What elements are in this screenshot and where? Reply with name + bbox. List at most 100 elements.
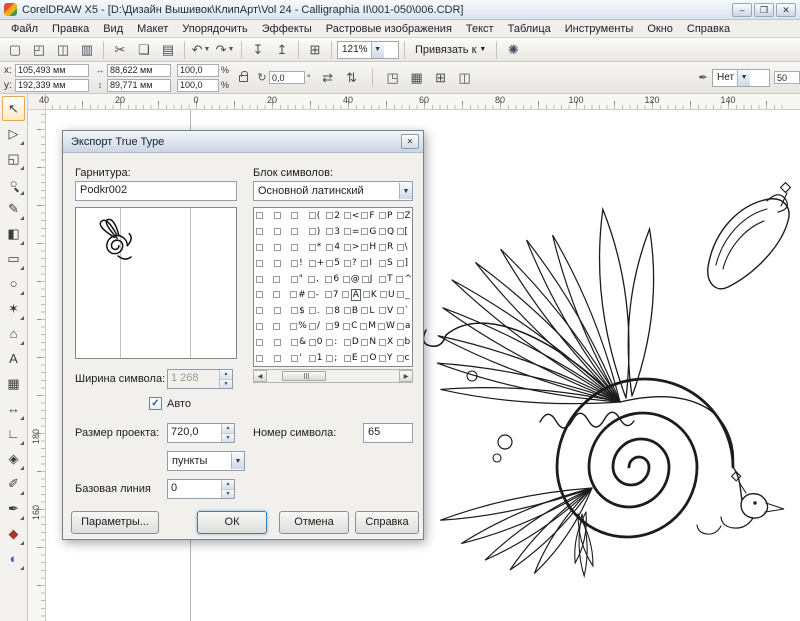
char-cell[interactable]: K bbox=[361, 287, 378, 303]
copy-button[interactable]: ❏ bbox=[133, 40, 155, 60]
char-cell[interactable]: = bbox=[342, 224, 360, 240]
horizontal-ruler[interactable]: 4020020406080100120140 bbox=[46, 94, 800, 110]
export-button[interactable]: ↥ bbox=[271, 40, 293, 60]
char-export-checkbox[interactable] bbox=[326, 339, 333, 346]
char-export-checkbox[interactable] bbox=[273, 291, 280, 298]
options-button[interactable]: ✺ bbox=[502, 40, 524, 60]
char-export-checkbox[interactable] bbox=[361, 355, 368, 362]
char-export-checkbox[interactable] bbox=[291, 212, 298, 219]
new-document-button[interactable]: ▢ bbox=[4, 40, 26, 60]
char-export-checkbox[interactable] bbox=[325, 276, 332, 283]
char-export-checkbox[interactable] bbox=[274, 260, 281, 267]
close-button[interactable]: ✕ bbox=[776, 3, 796, 17]
char-cell[interactable]: Q bbox=[377, 224, 395, 240]
char-export-checkbox[interactable] bbox=[256, 323, 263, 330]
char-cell[interactable]: O bbox=[359, 350, 377, 366]
char-export-checkbox[interactable] bbox=[274, 307, 281, 314]
char-cell[interactable]: X bbox=[377, 334, 395, 350]
char-export-checkbox[interactable] bbox=[344, 244, 351, 251]
char-export-checkbox[interactable] bbox=[379, 276, 386, 283]
char-cell[interactable]: 5 bbox=[324, 255, 342, 271]
char-cell[interactable]: % bbox=[288, 319, 307, 335]
paste-button[interactable]: ▤ bbox=[157, 40, 179, 60]
spinner-buttons[interactable]: ▲▼ bbox=[221, 480, 234, 498]
undo-button[interactable]: ↶▼ bbox=[190, 40, 212, 60]
char-cell[interactable]: J bbox=[360, 271, 377, 287]
object-height-field[interactable]: 89,771 мм bbox=[107, 79, 171, 92]
char-export-checkbox[interactable] bbox=[291, 260, 298, 267]
char-export-checkbox[interactable] bbox=[309, 212, 316, 219]
menu-item-Эффекты[interactable]: Эффекты bbox=[255, 22, 319, 36]
char-export-checkbox[interactable] bbox=[274, 355, 281, 362]
char-cell[interactable]: + bbox=[307, 255, 325, 271]
char-export-checkbox[interactable] bbox=[344, 307, 351, 314]
char-cell[interactable] bbox=[254, 350, 272, 366]
char-cell[interactable] bbox=[272, 255, 290, 271]
char-cell[interactable]: 4 bbox=[324, 240, 342, 256]
char-export-checkbox[interactable] bbox=[361, 228, 368, 235]
char-cell[interactable] bbox=[254, 319, 271, 335]
char-cell[interactable]: N bbox=[359, 334, 377, 350]
snap-to-dropdown[interactable]: Привязать к ▼ bbox=[410, 42, 491, 58]
char-cell[interactable]: b bbox=[395, 334, 413, 350]
redo-button[interactable]: ↷▼ bbox=[214, 40, 236, 60]
char-export-checkbox[interactable] bbox=[291, 339, 298, 346]
char-cell[interactable]: ^ bbox=[394, 271, 412, 287]
char-cell[interactable]: _ bbox=[395, 287, 412, 303]
char-cell[interactable]: a bbox=[395, 319, 412, 335]
char-export-checkbox[interactable] bbox=[342, 291, 349, 298]
char-export-checkbox[interactable] bbox=[379, 355, 386, 362]
char-cell[interactable]: V bbox=[377, 303, 395, 319]
char-cell[interactable]: [ bbox=[395, 224, 413, 240]
ok-button[interactable]: ОК bbox=[197, 511, 267, 534]
char-export-checkbox[interactable] bbox=[256, 307, 263, 314]
char-cell[interactable]: C bbox=[341, 319, 358, 335]
char-export-checkbox[interactable] bbox=[256, 291, 263, 298]
print-button[interactable]: ▥ bbox=[76, 40, 98, 60]
char-export-checkbox[interactable] bbox=[361, 260, 368, 267]
char-cell[interactable]: : bbox=[324, 334, 342, 350]
char-cell[interactable] bbox=[272, 303, 290, 319]
char-export-checkbox[interactable] bbox=[360, 323, 367, 330]
char-export-checkbox[interactable] bbox=[308, 276, 315, 283]
char-cell[interactable]: Z bbox=[395, 208, 413, 224]
menu-item-Инструменты[interactable]: Инструменты bbox=[558, 22, 641, 36]
char-export-checkbox[interactable] bbox=[362, 276, 369, 283]
char-export-checkbox[interactable] bbox=[379, 244, 386, 251]
char-cell[interactable] bbox=[272, 334, 290, 350]
char-export-checkbox[interactable] bbox=[326, 260, 333, 267]
char-cell[interactable]: M bbox=[358, 319, 376, 335]
checkbox-box[interactable]: ✓ bbox=[149, 397, 162, 410]
char-cell[interactable]: 0 bbox=[307, 334, 325, 350]
char-export-checkbox[interactable] bbox=[379, 339, 386, 346]
char-cell[interactable]: D bbox=[342, 334, 360, 350]
spinner-buttons[interactable]: ▲▼ bbox=[221, 424, 234, 442]
cancel-button[interactable]: Отмена bbox=[279, 511, 349, 534]
rotation-angle-field[interactable]: 0,0 bbox=[269, 71, 305, 84]
char-cell[interactable] bbox=[272, 208, 290, 224]
char-export-checkbox[interactable] bbox=[361, 307, 368, 314]
char-cell[interactable] bbox=[254, 240, 272, 256]
char-export-checkbox[interactable] bbox=[326, 355, 333, 362]
char-cell[interactable] bbox=[271, 287, 288, 303]
char-export-checkbox[interactable] bbox=[274, 228, 281, 235]
char-export-checkbox[interactable] bbox=[344, 260, 351, 267]
char-export-checkbox[interactable] bbox=[380, 291, 387, 298]
char-cell[interactable]: 7 bbox=[323, 287, 340, 303]
char-cell[interactable]: ) bbox=[307, 224, 325, 240]
char-export-checkbox[interactable] bbox=[397, 212, 404, 219]
char-export-checkbox[interactable] bbox=[309, 244, 316, 251]
group-button[interactable]: ⊞ bbox=[430, 68, 452, 88]
char-export-checkbox[interactable] bbox=[256, 244, 263, 251]
char-export-checkbox[interactable] bbox=[343, 276, 350, 283]
char-cell[interactable]: ] bbox=[395, 255, 413, 271]
chevron-down-icon[interactable]: ▼ bbox=[231, 453, 244, 469]
text-tool[interactable]: A bbox=[2, 346, 25, 371]
char-cell[interactable]: S bbox=[377, 255, 395, 271]
char-cell[interactable] bbox=[254, 334, 272, 350]
ellipse-tool[interactable]: ○ bbox=[2, 271, 25, 296]
chevron-down-icon[interactable]: ▼ bbox=[371, 42, 384, 58]
menu-item-Вид[interactable]: Вид bbox=[96, 22, 130, 36]
x-position-field[interactable]: 105,493 мм bbox=[15, 64, 89, 77]
auto-checkbox[interactable]: ✓ Авто bbox=[149, 397, 191, 410]
